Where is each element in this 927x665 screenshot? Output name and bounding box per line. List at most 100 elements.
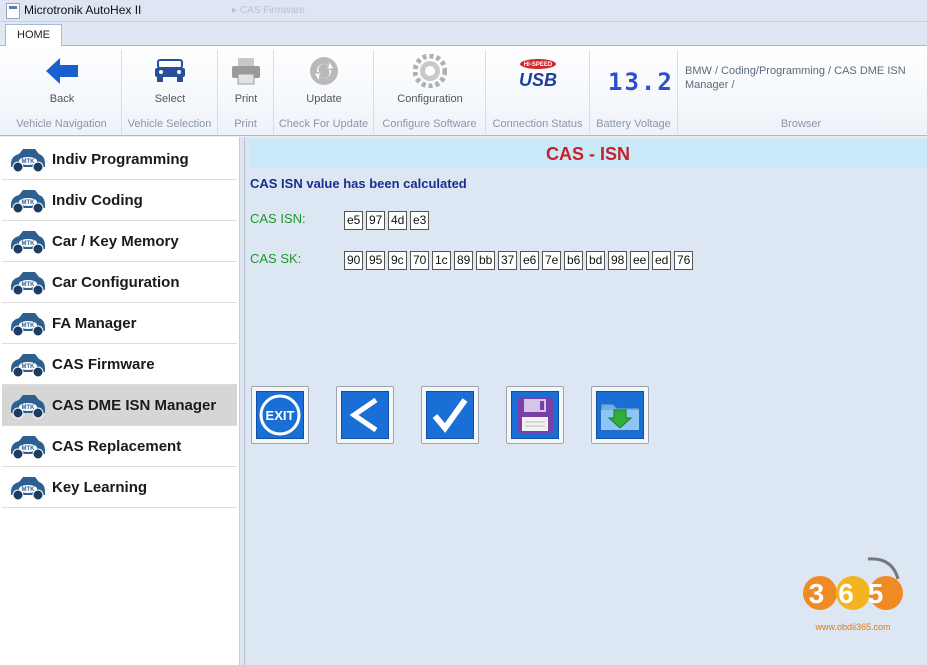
- sidebar: MTK Indiv Programming MTK Indiv Coding M…: [0, 137, 240, 665]
- sidebar-item-fa-manager[interactable]: MTK FA Manager: [2, 303, 237, 344]
- group-vehicle-navigation: Back Vehicle Navigation: [2, 50, 122, 134]
- cas-isn-label: CAS ISN:: [250, 211, 306, 226]
- cas-sk-byte: bb: [476, 251, 496, 270]
- group-caption: Check For Update: [278, 118, 369, 130]
- chevron-left-icon: [341, 391, 389, 439]
- cas-sk-byte: 89: [454, 251, 474, 270]
- sidebar-item-car-configuration[interactable]: MTK Car Configuration: [2, 262, 237, 303]
- mtk-car-icon: MTK: [11, 313, 45, 337]
- mtk-icon-text: MTK: [22, 282, 36, 288]
- group-configure-software: Configuration Configure Software: [374, 50, 486, 134]
- mtk-car-icon: MTK: [11, 477, 45, 501]
- group-caption: Configure Software: [382, 118, 477, 130]
- cas-sk-byte: bd: [586, 251, 606, 270]
- sidebar-item-label: Indiv Coding: [52, 192, 143, 209]
- mtk-car-icon: MTK: [11, 190, 45, 214]
- save-button[interactable]: [506, 386, 564, 444]
- panel-title: CAS - ISN: [545, 144, 630, 164]
- update-button-label: Update: [306, 93, 342, 105]
- cas-sk-byte: ee: [630, 251, 650, 270]
- folder-download-icon: [596, 391, 644, 439]
- floppy-disk-icon: [511, 391, 559, 439]
- tab-home[interactable]: HOME: [5, 24, 62, 47]
- watermark-digits: 365: [809, 578, 898, 609]
- group-caption: Battery Voltage: [596, 118, 671, 130]
- confirm-button[interactable]: [421, 386, 479, 444]
- cas-sk-byte: 90: [344, 251, 364, 270]
- cas-sk-byte: 9c: [388, 251, 407, 270]
- exit-icon-text: EXIT: [266, 408, 295, 423]
- gear-icon: [413, 54, 447, 88]
- cas-isn-byte: 97: [366, 211, 386, 230]
- mtk-icon-text: MTK: [22, 159, 36, 165]
- back-arrow-icon: [46, 58, 78, 84]
- refresh-icon: [310, 57, 338, 85]
- sidebar-item-cas-dme-isn-manager[interactable]: MTK CAS DME ISN Manager: [2, 385, 237, 426]
- usb-logo-icon: HI-SPEED USB: [519, 59, 557, 90]
- print-button-label: Print: [234, 93, 258, 105]
- panel-header: CAS - ISN: [249, 140, 927, 168]
- mtk-icon-text: MTK: [22, 405, 36, 411]
- cas-sk-byte: 95: [366, 251, 386, 270]
- load-button[interactable]: [591, 386, 649, 444]
- sidebar-item-label: Car Configuration: [52, 274, 180, 291]
- mtk-icon-text: MTK: [22, 364, 36, 370]
- back-button[interactable]: Back: [32, 50, 92, 110]
- cas-isn-byte: 4d: [388, 211, 408, 230]
- mtk-car-icon: MTK: [11, 272, 45, 296]
- cas-sk-byte: b6: [564, 251, 584, 270]
- configuration-button-label: Configuration: [397, 93, 463, 105]
- group-connection-status: HI-SPEED USB Connection Status: [486, 50, 590, 134]
- sidebar-item-car-key-memory[interactable]: MTK Car / Key Memory: [2, 221, 237, 262]
- printer-icon: [232, 58, 260, 85]
- sidebar-item-label: Indiv Programming: [52, 151, 189, 168]
- sidebar-item-cas-firmware[interactable]: MTK CAS Firmware: [2, 344, 237, 385]
- back-nav-button[interactable]: [336, 386, 394, 444]
- status-message: CAS ISN value has been calculated: [250, 176, 467, 191]
- select-button[interactable]: Select: [140, 50, 200, 110]
- title-bar: Microtronik AutoHex II ▸ CAS Firmware: [0, 0, 927, 22]
- group-print: Print Print: [218, 50, 274, 134]
- sidebar-item-indiv-programming[interactable]: MTK Indiv Programming: [2, 139, 237, 180]
- sidebar-item-indiv-coding[interactable]: MTK Indiv Coding: [2, 180, 237, 221]
- sidebar-item-label: Car / Key Memory: [52, 233, 179, 250]
- mtk-car-icon: MTK: [11, 149, 45, 173]
- update-button[interactable]: Update: [294, 50, 354, 110]
- sidebar-item-label: CAS Firmware: [52, 356, 155, 373]
- group-check-for-update: Update Check For Update: [274, 50, 374, 134]
- mtk-car-icon: MTK: [11, 354, 45, 378]
- cas-sk-byte: 98: [608, 251, 628, 270]
- usb-logo-text: USB: [519, 70, 557, 90]
- print-button[interactable]: Print: [218, 50, 274, 110]
- group-battery-voltage: 13.2 Battery Voltage: [590, 50, 678, 134]
- window-title: Microtronik AutoHex II: [24, 3, 142, 17]
- battery-voltage-display: 13.2: [608, 68, 674, 96]
- cas-sk-byte: 7e: [542, 251, 562, 270]
- group-caption: Print: [234, 118, 257, 130]
- cas-isn-byte: e5: [344, 211, 364, 230]
- sidebar-item-key-learning[interactable]: MTK Key Learning: [2, 467, 237, 508]
- ribbon: Back Vehicle Navigation Select Vehicle S…: [0, 46, 927, 136]
- cas-sk-byte: 1c: [432, 251, 451, 270]
- sidebar-item-label: CAS Replacement: [52, 438, 182, 455]
- select-button-label: Select: [154, 93, 186, 105]
- cas-sk-label: CAS SK:: [250, 251, 302, 266]
- watermark-logo: 365 www.obdii365.com: [798, 553, 908, 633]
- mtk-icon-text: MTK: [22, 200, 36, 206]
- group-caption: Connection Status: [492, 118, 583, 130]
- usb-tag: HI-SPEED: [524, 62, 553, 68]
- back-button-label: Back: [49, 93, 75, 105]
- mtk-icon-text: MTK: [22, 446, 36, 452]
- car-front-icon: [155, 59, 185, 82]
- cas-sk-byte: ed: [652, 251, 672, 270]
- group-vehicle-selection: Select Vehicle Selection: [122, 50, 218, 134]
- mtk-icon-text: MTK: [22, 487, 36, 493]
- exit-button[interactable]: EXIT: [251, 386, 309, 444]
- sidebar-item-label: CAS DME ISN Manager: [52, 397, 217, 414]
- cas-isn-byte: e3: [410, 211, 430, 230]
- configuration-button[interactable]: Configuration: [384, 50, 476, 110]
- cas-sk-byte: 76: [674, 251, 694, 270]
- sidebar-item-cas-replacement[interactable]: MTK CAS Replacement: [2, 426, 237, 467]
- mtk-icon-text: MTK: [22, 241, 36, 247]
- mtk-car-icon: MTK: [11, 436, 45, 460]
